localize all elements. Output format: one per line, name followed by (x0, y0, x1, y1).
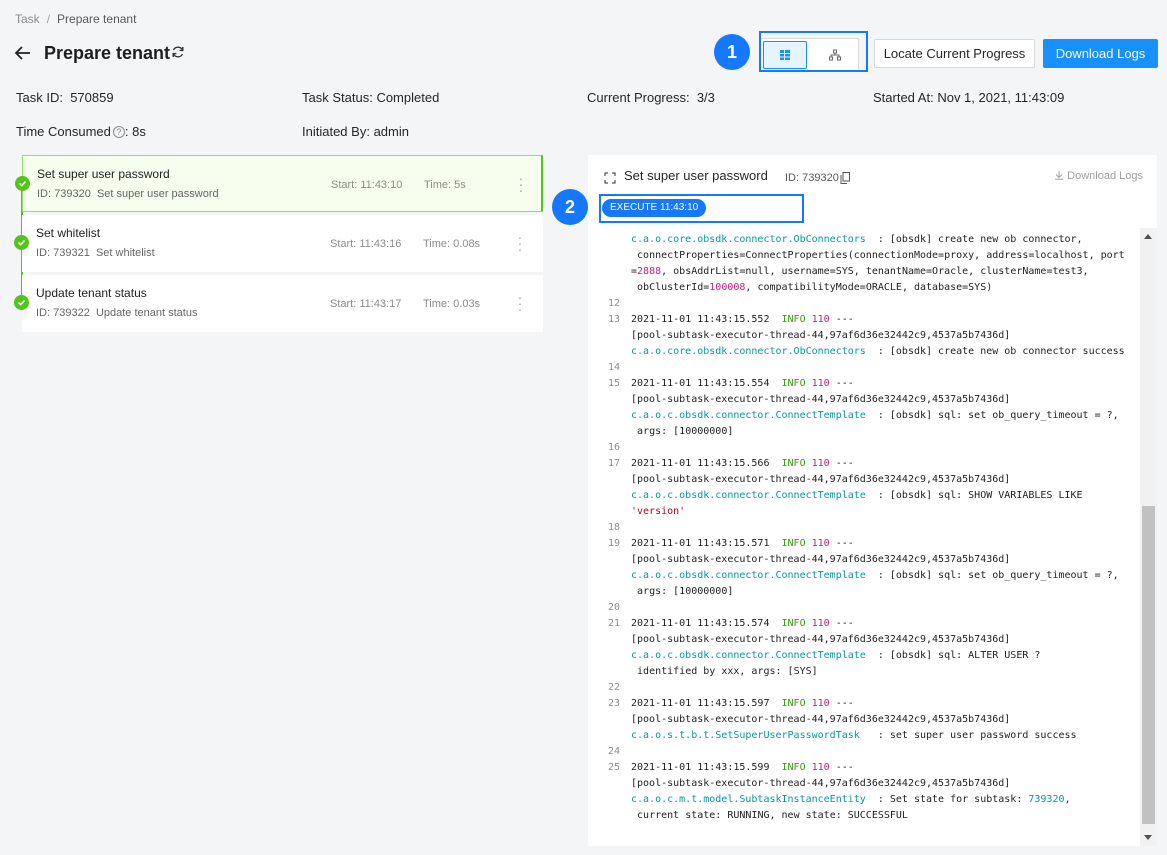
current-progress-field: Current Progress: 3/3 (587, 90, 715, 105)
check-icon (15, 176, 30, 191)
log-line: 13 2021-11-01 11:43:15.552 INFO 110 --- [… (607, 314, 1125, 357)
step-desc: Set whitelist (95, 247, 155, 259)
step-start: Start: 11:43:16 (330, 238, 402, 250)
step-time: Time: 0.08s (423, 238, 481, 250)
help-icon[interactable]: ? (112, 126, 125, 138)
step-subtitle: ID: 739321 Set whitelist (36, 247, 155, 259)
log-line: 17 2021-11-01 11:43:15.566 INFO 110 --- [… (607, 458, 1083, 517)
log-scrollbar[interactable] (1140, 228, 1157, 846)
step-desc: Update tenant status (95, 307, 198, 319)
check-icon (14, 235, 29, 250)
step-subtitle: ID: 739320 Set super user password (37, 188, 219, 200)
log-line: 25 2021-11-01 11:43:15.599 INFO 110 --- [… (607, 762, 1071, 821)
scroll-thumb[interactable] (1142, 506, 1155, 824)
current-progress-value: 3/3 (696, 90, 715, 105)
task-status-field: Task Status: Completed (302, 90, 439, 105)
step-start: Start: 11:43:17 (330, 298, 402, 310)
breadcrumb-task-link[interactable]: Task (15, 12, 40, 26)
download-icon (1055, 171, 1064, 180)
back-arrow-icon[interactable] (13, 43, 33, 63)
step-update-tenant-status[interactable]: Update tenant status ID: 739322 Update t… (14, 275, 543, 332)
log-content: [pool-subtask-executor-thread-44,97af6d3… (588, 228, 1140, 824)
callout-badge-1: 1 (714, 34, 750, 70)
breadcrumb: Task / Prepare tenant (15, 12, 136, 26)
started-at-value: Nov 1, 2021, 11:43:09 (937, 90, 1065, 105)
copy-icon[interactable] (840, 172, 850, 184)
task-status-label: Task Status: (302, 90, 373, 105)
highlight-box-view-toggle (759, 31, 868, 72)
expand-icon[interactable] (604, 172, 616, 184)
step-start: Start: 11:43:10 (331, 179, 403, 191)
step-name: Update tenant status (36, 286, 147, 300)
time-consumed-value: 8s (132, 124, 146, 139)
locate-current-progress-button[interactable]: Locate Current Progress (874, 39, 1035, 68)
log-line: 21 2021-11-01 11:43:15.574 INFO 110 --- [… (607, 618, 1041, 677)
log-panel-title: Set super user password (624, 168, 768, 183)
log-line: 14 (607, 362, 620, 373)
log-download-label: Download Logs (1067, 170, 1143, 182)
step-set-whitelist[interactable]: Set whitelist ID: 739321 Set whitelist S… (14, 215, 543, 272)
log-line: 22 (607, 682, 620, 693)
scroll-up-icon[interactable] (1144, 234, 1152, 239)
step-name: Set whitelist (36, 226, 101, 240)
more-icon[interactable]: · · · (518, 171, 524, 197)
page-title: Prepare tenant (44, 43, 171, 63)
highlight-box-execute-tag (599, 194, 804, 223)
step-id: ID: 739321 (36, 247, 90, 259)
step-time: Time: 0.03s (423, 298, 481, 310)
initiated-by-field: Initiated By: admin (302, 124, 409, 139)
callout-badge-2: 2 (552, 189, 588, 225)
more-icon[interactable]: · · · (517, 290, 523, 316)
current-progress-label: Current Progress: (587, 90, 690, 105)
task-id-field: Task ID: 570859 (16, 90, 114, 105)
log-line: 23 2021-11-01 11:43:15.597 INFO 110 --- [… (607, 698, 1077, 741)
step-set-super-user-password[interactable]: Set super user password ID: 739320 Set s… (15, 155, 543, 212)
breadcrumb-separator: / (46, 12, 51, 26)
log-line: c.a.o.core.obsdk.connector.ObConnectors … (631, 234, 1125, 293)
log-line: 20 (607, 602, 620, 613)
scroll-down-icon[interactable] (1144, 835, 1152, 840)
started-at-field: Started At: Nov 1, 2021, 11:43:09 (873, 90, 1064, 105)
log-line: 16 (607, 442, 620, 453)
log-line: 19 2021-11-01 11:43:15.571 INFO 110 --- [… (607, 538, 1119, 597)
log-line: 15 2021-11-01 11:43:15.554 INFO 110 --- [… (607, 378, 1119, 437)
log-viewer[interactable]: [pool-subtask-executor-thread-44,97af6d3… (588, 228, 1140, 846)
step-desc: Set super user password (96, 188, 219, 200)
time-consumed-field: Time Consumed?: 8s (16, 124, 146, 139)
task-id-value: 570859 (70, 90, 114, 105)
started-at-label: Started At: (873, 90, 934, 105)
check-icon (14, 295, 29, 310)
initiated-by-label: Initiated By: (302, 124, 370, 139)
log-download-button[interactable]: Download Logs (1054, 170, 1143, 182)
refresh-icon[interactable] (171, 45, 185, 59)
more-icon[interactable]: · · · (517, 230, 523, 256)
step-name: Set super user password (37, 167, 170, 181)
step-id: ID: 739320 (37, 188, 91, 200)
step-subtitle: ID: 739322 Update tenant status (36, 307, 197, 319)
log-line: 24 (607, 746, 620, 757)
download-logs-button[interactable]: Download Logs (1043, 39, 1158, 68)
time-consumed-label: Time Consumed (16, 124, 111, 139)
initiated-by-value: admin (373, 124, 409, 139)
step-time: Time: 5s (424, 179, 466, 191)
step-id: ID: 739322 (36, 307, 90, 319)
task-id-label: Task ID: (16, 90, 63, 105)
log-line: 12 (607, 298, 620, 309)
task-status-value: Completed (376, 90, 440, 105)
log-panel-id: ID: 739320 (785, 172, 839, 184)
log-line: 18 (607, 522, 620, 533)
breadcrumb-current: Prepare tenant (57, 12, 137, 26)
